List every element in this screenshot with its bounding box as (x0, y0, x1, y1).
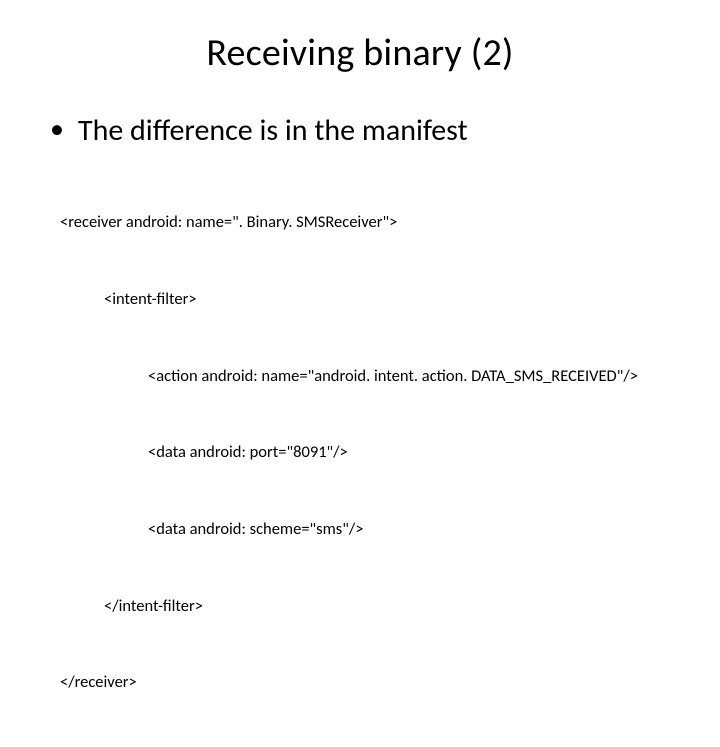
code-line: <receiver android: name=". Binary. SMSRe… (60, 210, 672, 236)
slide-title: Receiving binary (2) (48, 30, 672, 76)
code-line: <data android: port="8091"/> (60, 440, 672, 466)
code-line: <data android: scheme="sms"/> (60, 517, 672, 543)
code-line: </intent-filter> (60, 594, 672, 620)
code-line: <intent-filter> (60, 287, 672, 313)
code-line: </receiver> (60, 670, 672, 696)
code-snippet: <receiver android: name=". Binary. SMSRe… (48, 159, 672, 747)
bullet-item: • The difference is in the manifest (48, 112, 672, 149)
bullet-dot-icon: • (50, 114, 64, 145)
slide: Receiving binary (2) • The difference is… (0, 0, 720, 540)
code-line: <action android: name="android. intent. … (60, 364, 672, 390)
bullet-text: The difference is in the manifest (78, 112, 468, 149)
